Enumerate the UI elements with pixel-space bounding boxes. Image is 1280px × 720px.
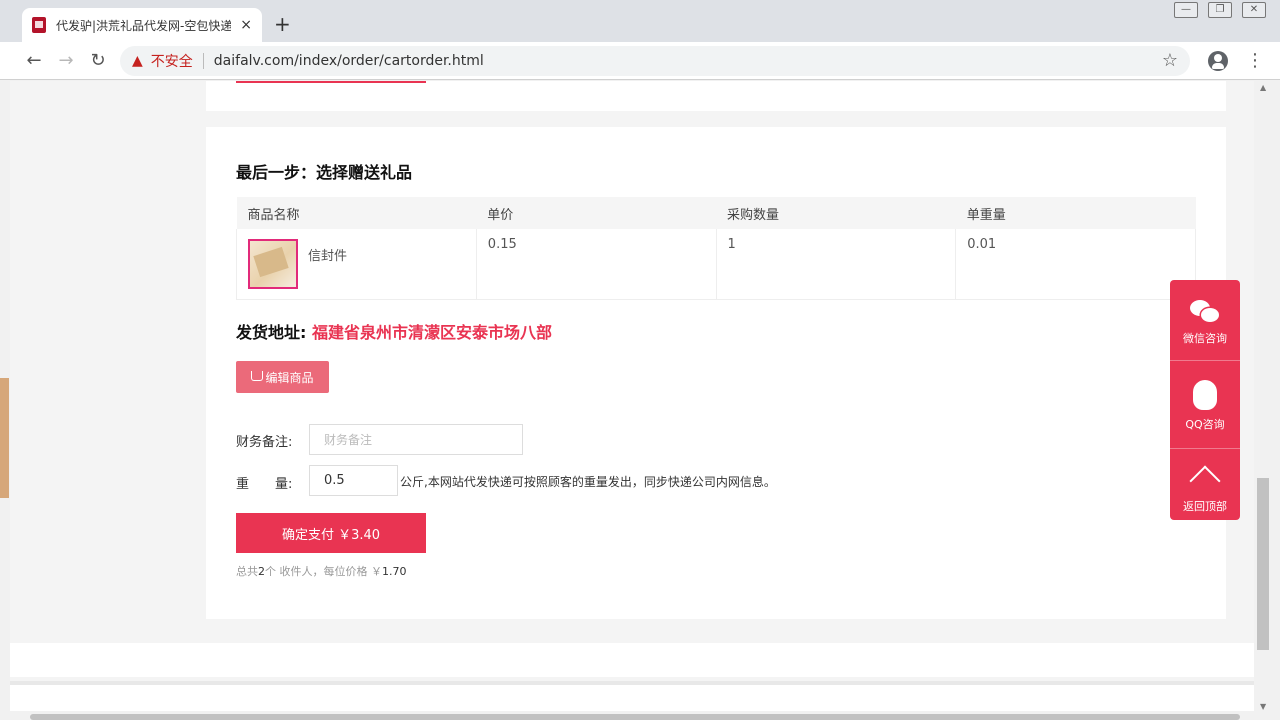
floating-contact-panel: 微信咨询 QQ咨询 返回顶部 bbox=[1170, 280, 1240, 520]
table-row: 信封件 0.15 1 0.01 bbox=[236, 229, 1196, 300]
horizontal-scroll-thumb[interactable] bbox=[30, 714, 1240, 720]
weight-cell: 0.01 bbox=[955, 229, 1196, 300]
address-bar[interactable]: ▲ 不安全 daifalv.com/index/order/cartorder.… bbox=[120, 45, 1190, 76]
column-header-price: 单价 bbox=[476, 197, 717, 229]
summary-prefix: 总共 bbox=[236, 565, 258, 578]
cart-icon bbox=[251, 371, 264, 381]
summary-middle: 个 收件人，每位价格 ￥ bbox=[265, 565, 382, 578]
browser-toolbar: ← → ↻ ▲ 不安全 daifalv.com/index/order/cart… bbox=[0, 42, 1280, 80]
site-favicon-icon bbox=[32, 17, 46, 33]
scroll-up-arrow-icon[interactable]: ▲ bbox=[1260, 83, 1266, 92]
url-text[interactable]: daifalv.com/index/order/cartorder.html bbox=[214, 53, 484, 69]
product-cell: 信封件 bbox=[236, 229, 477, 300]
weight-label: 重 量: bbox=[236, 477, 293, 492]
qq-penguin-icon bbox=[1193, 380, 1217, 410]
order-summary: 总共2个 收件人，每位价格 ￥1.70 bbox=[236, 563, 407, 579]
wechat-consult-label: 微信咨询 bbox=[1183, 332, 1227, 345]
address-label: 发货地址: bbox=[236, 323, 307, 342]
reload-icon[interactable]: ↻ bbox=[82, 50, 114, 71]
window-close-icon[interactable]: ✕ bbox=[1242, 2, 1266, 18]
restore-icon[interactable]: ❐ bbox=[1208, 2, 1232, 18]
qq-consult-button[interactable]: QQ咨询 bbox=[1170, 380, 1240, 432]
browser-menu-icon[interactable]: ⋮ bbox=[1246, 50, 1264, 71]
recipient-count: 2 bbox=[258, 565, 265, 578]
qty-cell: 1 bbox=[716, 229, 957, 300]
remark-label: 财务备注: bbox=[236, 435, 293, 450]
scroll-down-arrow-icon[interactable]: ▼ bbox=[1260, 702, 1266, 711]
column-header-qty: 采购数量 bbox=[716, 197, 956, 229]
browser-tab[interactable]: 代发驴|洪荒礼品代发网-空包快递 × bbox=[22, 8, 262, 42]
gift-selection-panel: 最后一步：选择赠送礼品 商品名称 单价 采购数量 单重量 信封件 0.15 1 … bbox=[206, 127, 1226, 619]
back-arrow-icon[interactable]: ← bbox=[18, 50, 50, 71]
security-status[interactable]: 不安全 bbox=[151, 51, 193, 71]
back-to-top-button[interactable]: 返回顶部 bbox=[1170, 462, 1240, 514]
product-name: 信封件 bbox=[308, 249, 348, 264]
product-thumbnail[interactable] bbox=[248, 239, 298, 289]
table-header-row: 商品名称 单价 采购数量 单重量 bbox=[236, 197, 1196, 229]
edit-goods-label: 编辑商品 bbox=[265, 370, 314, 385]
omnibox-divider bbox=[202, 52, 204, 69]
step-title: 最后一步：选择赠送礼品 bbox=[236, 163, 413, 182]
shipping-address: 发货地址: 福建省泉州市清濛区安泰市场八部 bbox=[236, 319, 552, 343]
edit-goods-button[interactable]: 编辑商品 bbox=[236, 361, 329, 393]
browser-titlebar: 代发驴|洪荒礼品代发网-空包快递 × + — ❐ ✕ bbox=[0, 0, 1280, 42]
price-cell: 0.15 bbox=[476, 229, 717, 300]
address-value: 福建省泉州市清濛区安泰市场八部 bbox=[311, 323, 552, 342]
window-controls: — ❐ ✕ bbox=[1174, 2, 1266, 18]
profile-avatar-icon[interactable] bbox=[1208, 50, 1228, 71]
vertical-scroll-thumb[interactable] bbox=[1257, 478, 1269, 650]
bookmark-star-icon[interactable]: ☆ bbox=[1162, 50, 1178, 71]
column-header-name: 商品名称 bbox=[236, 197, 477, 229]
float-divider bbox=[1170, 360, 1240, 361]
forward-arrow-icon[interactable]: → bbox=[50, 50, 82, 71]
unit-price: 1.70 bbox=[382, 565, 407, 578]
back-to-top-label: 返回顶部 bbox=[1183, 500, 1227, 513]
footer-strip bbox=[10, 643, 1254, 677]
float-divider bbox=[1170, 448, 1240, 449]
previous-section bbox=[206, 81, 1226, 111]
page-viewport: 最后一步：选择赠送礼品 商品名称 单价 采购数量 单重量 信封件 0.15 1 … bbox=[10, 81, 1254, 711]
remark-input[interactable] bbox=[309, 424, 523, 455]
chevron-up-icon bbox=[1189, 465, 1221, 497]
minimize-icon[interactable]: — bbox=[1174, 2, 1198, 18]
weight-input[interactable] bbox=[309, 465, 398, 496]
footer-strip-lower bbox=[10, 681, 1254, 711]
column-header-weight: 单重量 bbox=[955, 197, 1196, 229]
goods-table: 商品名称 单价 采购数量 单重量 信封件 0.15 1 0.01 bbox=[236, 197, 1196, 300]
new-tab-button[interactable]: + bbox=[274, 12, 291, 36]
wechat-consult-button[interactable]: 微信咨询 bbox=[1170, 300, 1240, 346]
wechat-icon bbox=[1190, 300, 1220, 324]
confirm-pay-button[interactable]: 确定支付 ￥3.40 bbox=[236, 513, 426, 553]
warning-triangle-icon: ▲ bbox=[132, 52, 143, 69]
weight-note: 公斤,本网站代发快递可按照顾客的重量发出，同步快递公司内网信息。 bbox=[400, 475, 776, 489]
previous-section-underline bbox=[236, 81, 426, 83]
tab-close-icon[interactable]: × bbox=[240, 17, 252, 33]
qq-consult-label: QQ咨询 bbox=[1185, 418, 1225, 431]
tab-title: 代发驴|洪荒礼品代发网-空包快递 bbox=[56, 18, 231, 33]
background-window-edge bbox=[0, 378, 9, 498]
